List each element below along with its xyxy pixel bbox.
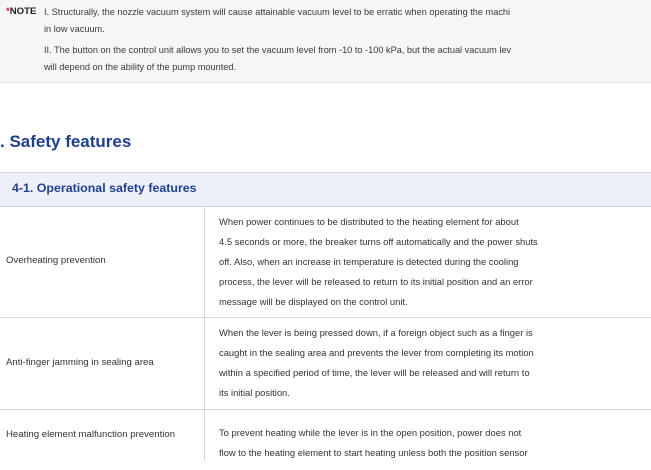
row-description: To prevent heating while the lever is in… [219,423,639,463]
description-line: within a specified period of time, the l… [219,367,530,378]
table-row: Overheating prevention When power contin… [0,207,651,318]
note-line-2: in low vacuum. [44,24,105,34]
description-line: its initial position. [219,387,290,398]
description-line: When the lever is being pressed down, if… [219,327,533,338]
note-line-1: I. Structurally, the nozzle vacuum syste… [44,7,511,17]
row-label: Overheating prevention [6,255,106,266]
description-line: message will be displayed on the control… [219,296,408,307]
description-line: When power continues to be distributed t… [219,216,519,227]
safety-features-table: 4-1. Operational safety features Overhea… [0,172,651,462]
note-label-text: NOTE [9,6,37,17]
section-title: . Safety features [0,132,132,151]
description-line: flow to the heating element to start hea… [219,447,528,458]
note-line-3: II. The button on the control unit allow… [44,45,512,55]
row-description: When power continues to be distributed t… [219,212,639,312]
description-line: process, the lever will be released to r… [219,276,533,287]
description-line: To prevent heating while the lever is in… [219,427,522,438]
note-box: *NOTE I. Structurally, the nozzle vacuum… [0,0,651,83]
description-line: caught in the sealing area and prevents … [219,347,534,358]
note-label: *NOTE [6,6,36,18]
row-label: Heating element malfunction prevention [6,429,176,440]
row-description: When the lever is being pressed down, if… [219,323,639,403]
description-line: 4.5 seconds or more, the breaker turns o… [219,236,538,247]
table-row: Anti-finger jamming in sealing area When… [0,318,651,410]
note-line-4: will depend on the ability of the pump m… [44,62,237,72]
description-line: off. Also, when an increase in temperatu… [219,256,519,267]
table-row: Heating element malfunction prevention T… [0,410,651,470]
table-header: 4-1. Operational safety features [0,173,651,207]
table-header-title: 4-1. Operational safety features [12,181,197,195]
row-label: Anti-finger jamming in sealing area [6,357,154,368]
